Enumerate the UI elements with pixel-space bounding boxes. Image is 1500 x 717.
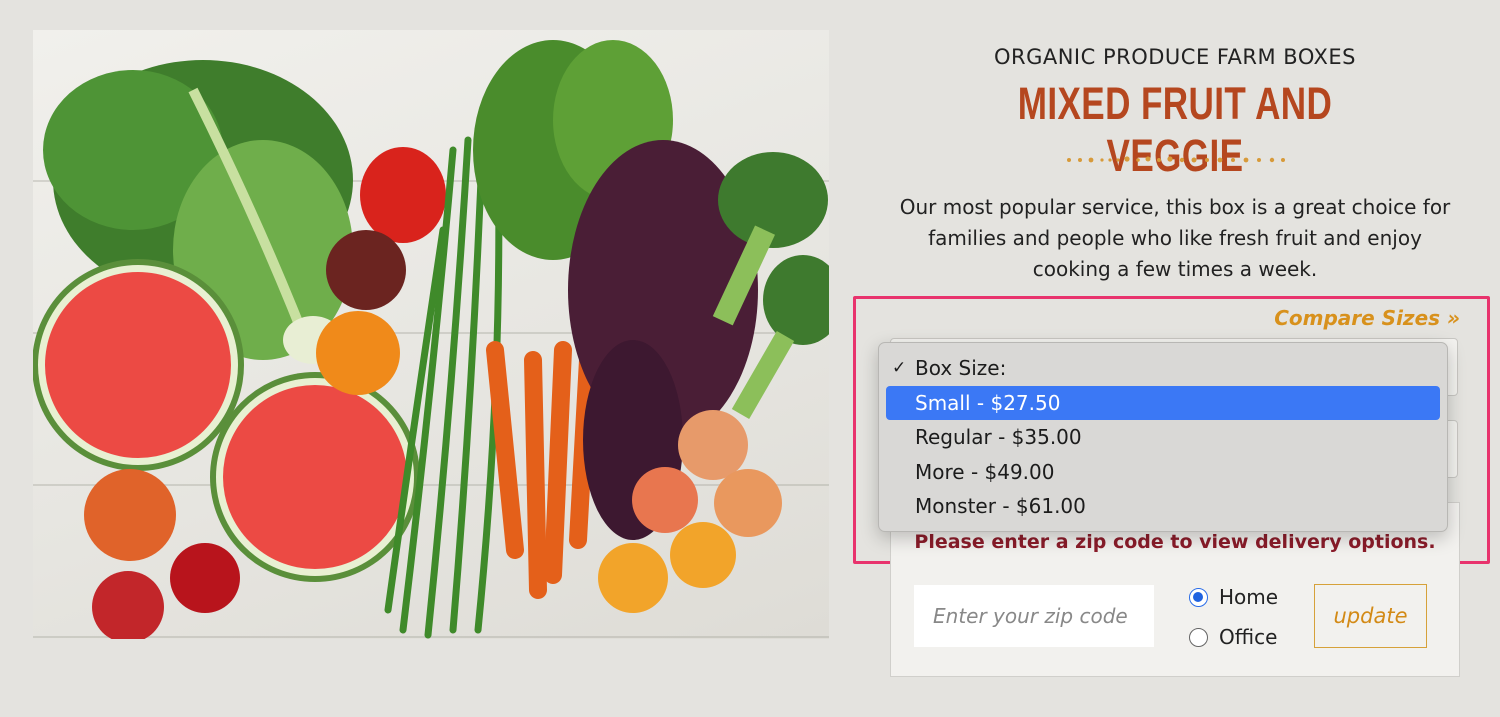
update-button[interactable]: update [1314, 584, 1427, 648]
radio-label-home: Home [1219, 585, 1279, 609]
checkmark-icon: ✓ [892, 358, 907, 378]
product-description: Our most popular service, this box is a … [899, 195, 1451, 281]
product-title: MIXED FRUIT AND VEGGIE [1017, 78, 1333, 181]
menu-item-monster[interactable]: Monster - $61.00 [879, 489, 1447, 524]
menu-item-more[interactable]: More - $49.00 [879, 455, 1447, 490]
watermelon-right [210, 372, 420, 582]
menu-item-regular[interactable]: Regular - $35.00 [879, 420, 1447, 455]
radio-button-checked[interactable] [1189, 587, 1208, 607]
radio-label-office: Office [1219, 625, 1278, 649]
radio-home[interactable]: Home [1189, 585, 1278, 609]
produce-illustration [33, 40, 829, 639]
carrots [486, 341, 597, 599]
menu-item-box-size[interactable]: ✓ Box Size: [879, 351, 1447, 386]
decorative-dots-divider [1067, 156, 1285, 163]
watermelon-left [33, 259, 244, 471]
box-size-dropdown-menu: ✓ Box Size: Small - $27.50 Regular - $35… [878, 342, 1448, 532]
radio-office[interactable]: Office [1189, 625, 1277, 649]
delivery-message: Please enter a zip code to view delivery… [914, 531, 1436, 553]
product-photo [33, 30, 829, 639]
radio-button-unchecked[interactable] [1189, 627, 1208, 647]
menu-item-small[interactable]: Small - $27.50 [886, 385, 1440, 420]
compare-sizes-link[interactable]: Compare Sizes » [1274, 306, 1460, 330]
product-category: ORGANIC PRODUCE FARM BOXES [993, 45, 1357, 69]
zip-code-input[interactable] [914, 585, 1154, 647]
